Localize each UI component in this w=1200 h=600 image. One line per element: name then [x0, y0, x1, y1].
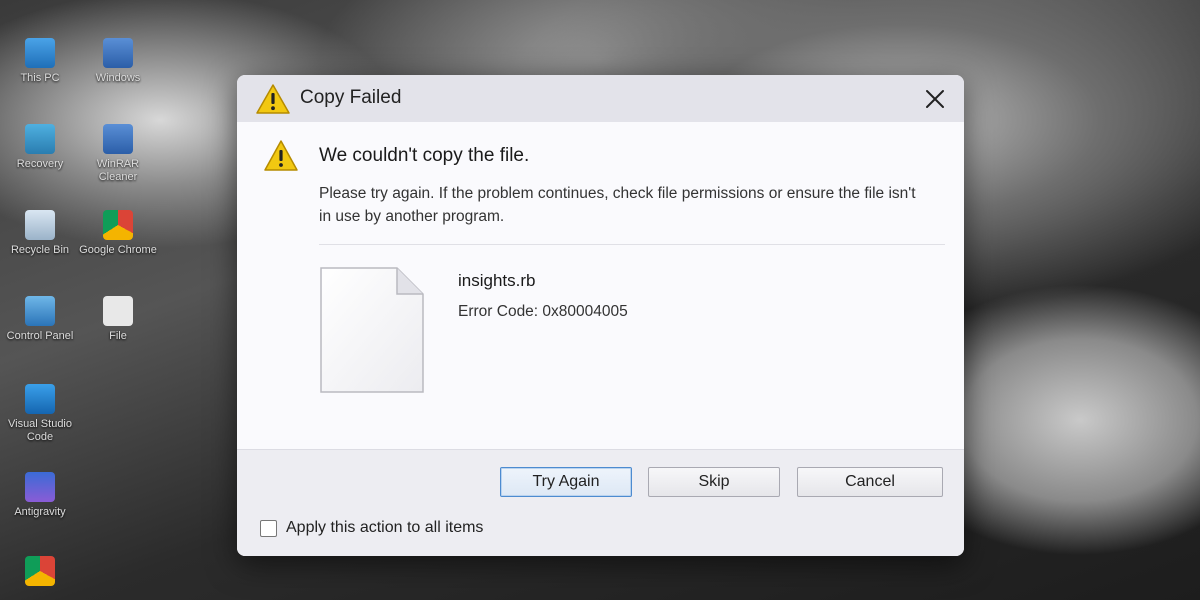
- desktop-icon-label: Visual Studio Code: [7, 418, 72, 443]
- antigravity-icon: [25, 472, 55, 502]
- warning-icon: [264, 140, 298, 171]
- desktop-icon-this-pc[interactable]: This PC: [0, 38, 80, 85]
- chrome-icon: [103, 210, 133, 240]
- desktop-icons: This PC Windows Recovery WinRAR Cleaner …: [0, 0, 170, 600]
- desktop-icon-vscode[interactable]: Visual Studio Code: [0, 384, 80, 444]
- error-description: Please try again. If the problem continu…: [319, 185, 916, 225]
- desktop-icon-label: Google Chrome: [79, 244, 157, 256]
- desktop-icon-chrome-2[interactable]: [0, 556, 80, 590]
- apply-to-all-checkbox[interactable]: [260, 519, 277, 537]
- dialog-footer: Try Again Skip Cancel Apply this action …: [237, 449, 964, 556]
- warning-icon: [256, 84, 290, 114]
- file-icon: [320, 267, 424, 393]
- desktop-icon-windows[interactable]: Windows: [78, 38, 158, 85]
- desktop-icon-winrar[interactable]: WinRAR Cleaner: [78, 124, 158, 184]
- vscode-icon: [25, 384, 55, 414]
- computer-icon: [25, 38, 55, 68]
- divider: [319, 244, 945, 245]
- control-panel-icon: [25, 296, 55, 326]
- error-heading: We couldn't copy the file.: [319, 145, 530, 166]
- close-icon: [926, 90, 944, 108]
- desktop-icon-recovery[interactable]: Recovery: [0, 124, 80, 171]
- file-name: insights.rb: [458, 271, 536, 290]
- apply-to-all-row[interactable]: Apply this action to all items: [260, 519, 483, 537]
- copy-failed-dialog: Copy Failed We couldn't copy the file. P…: [237, 75, 964, 556]
- user-icon: [25, 124, 55, 154]
- skip-button[interactable]: Skip: [648, 467, 780, 497]
- desktop-icon-antigravity[interactable]: Antigravity: [0, 472, 80, 519]
- desktop-icon-chrome[interactable]: Google Chrome: [78, 210, 158, 257]
- desktop-icon-file[interactable]: File: [78, 296, 158, 343]
- desktop-icon-label: Windows: [95, 72, 141, 84]
- recycle-bin-icon: [25, 210, 55, 240]
- app-icon: [103, 38, 133, 68]
- try-again-button[interactable]: Try Again: [500, 467, 632, 497]
- dialog-titlebar: Copy Failed: [237, 75, 964, 122]
- app-icon: [103, 124, 133, 154]
- desktop-icon-control-panel[interactable]: Control Panel: [0, 296, 80, 343]
- close-button[interactable]: [918, 83, 952, 115]
- apply-to-all-label: Apply this action to all items: [286, 519, 484, 536]
- desktop-icon-label: Antigravity: [14, 506, 66, 518]
- chrome-icon: [25, 556, 55, 586]
- desktop-icon-label: Control Panel: [6, 330, 74, 342]
- cancel-button[interactable]: Cancel: [797, 467, 943, 497]
- error-code: Error Code: 0x80004005: [458, 303, 628, 320]
- desktop-icon-label: Recovery: [16, 158, 64, 170]
- desktop-icon-label: This PC: [20, 72, 60, 84]
- file-icon: [103, 296, 133, 326]
- desktop-icon-label: File: [109, 330, 127, 342]
- dialog-title: Copy Failed: [300, 87, 402, 108]
- desktop-icon-label: WinRAR Cleaner: [96, 158, 140, 183]
- desktop-icon-label: Recycle Bin: [10, 244, 70, 256]
- desktop-icon-recycle-bin[interactable]: Recycle Bin: [0, 210, 80, 257]
